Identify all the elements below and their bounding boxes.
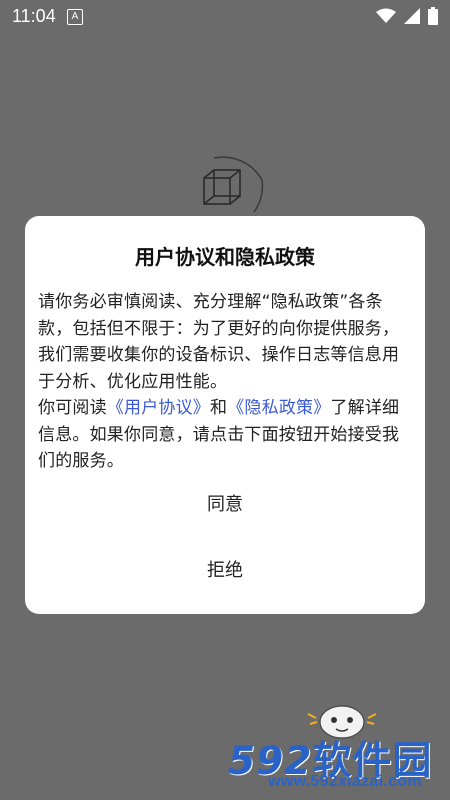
status-icons (376, 7, 438, 25)
notification-a-icon: A (67, 9, 83, 25)
watermark-logo: 592软件园 www.592xiazai.com (228, 730, 443, 795)
dialog-title: 用户协议和隐私政策 (135, 245, 315, 269)
dialog-body: 请你务必审慎阅读、充分理解“隐私政策”各条款，包括但不限于：为了更好的向你提供服… (38, 289, 412, 475)
dialog-body-paragraph-1: 请你务必审慎阅读、充分理解“隐私政策”各条款，包括但不限于：为了更好的向你提供服… (38, 292, 400, 392)
privacy-dialog: 用户协议和隐私政策 请你务必审慎阅读、充分理解“隐私政策”各条款，包括但不限于：… (25, 216, 425, 614)
agree-button[interactable]: 同意 (25, 483, 425, 527)
watermark-url: www.592xiazai.com (268, 773, 422, 790)
battery-icon (428, 7, 438, 25)
user-agreement-link[interactable]: 《用户协议》 (107, 398, 210, 418)
signal-icon (404, 8, 420, 24)
dialog-body-prefix: 你可阅读 (38, 398, 107, 418)
and-text: 和 (210, 398, 228, 418)
wifi-icon (376, 8, 396, 23)
reject-button[interactable]: 拒绝 (25, 549, 425, 593)
status-time: 11:04 (12, 6, 56, 26)
status-bar: 11:04 A (0, 0, 450, 32)
privacy-policy-link[interactable]: 《隐私政策》 (227, 398, 330, 418)
